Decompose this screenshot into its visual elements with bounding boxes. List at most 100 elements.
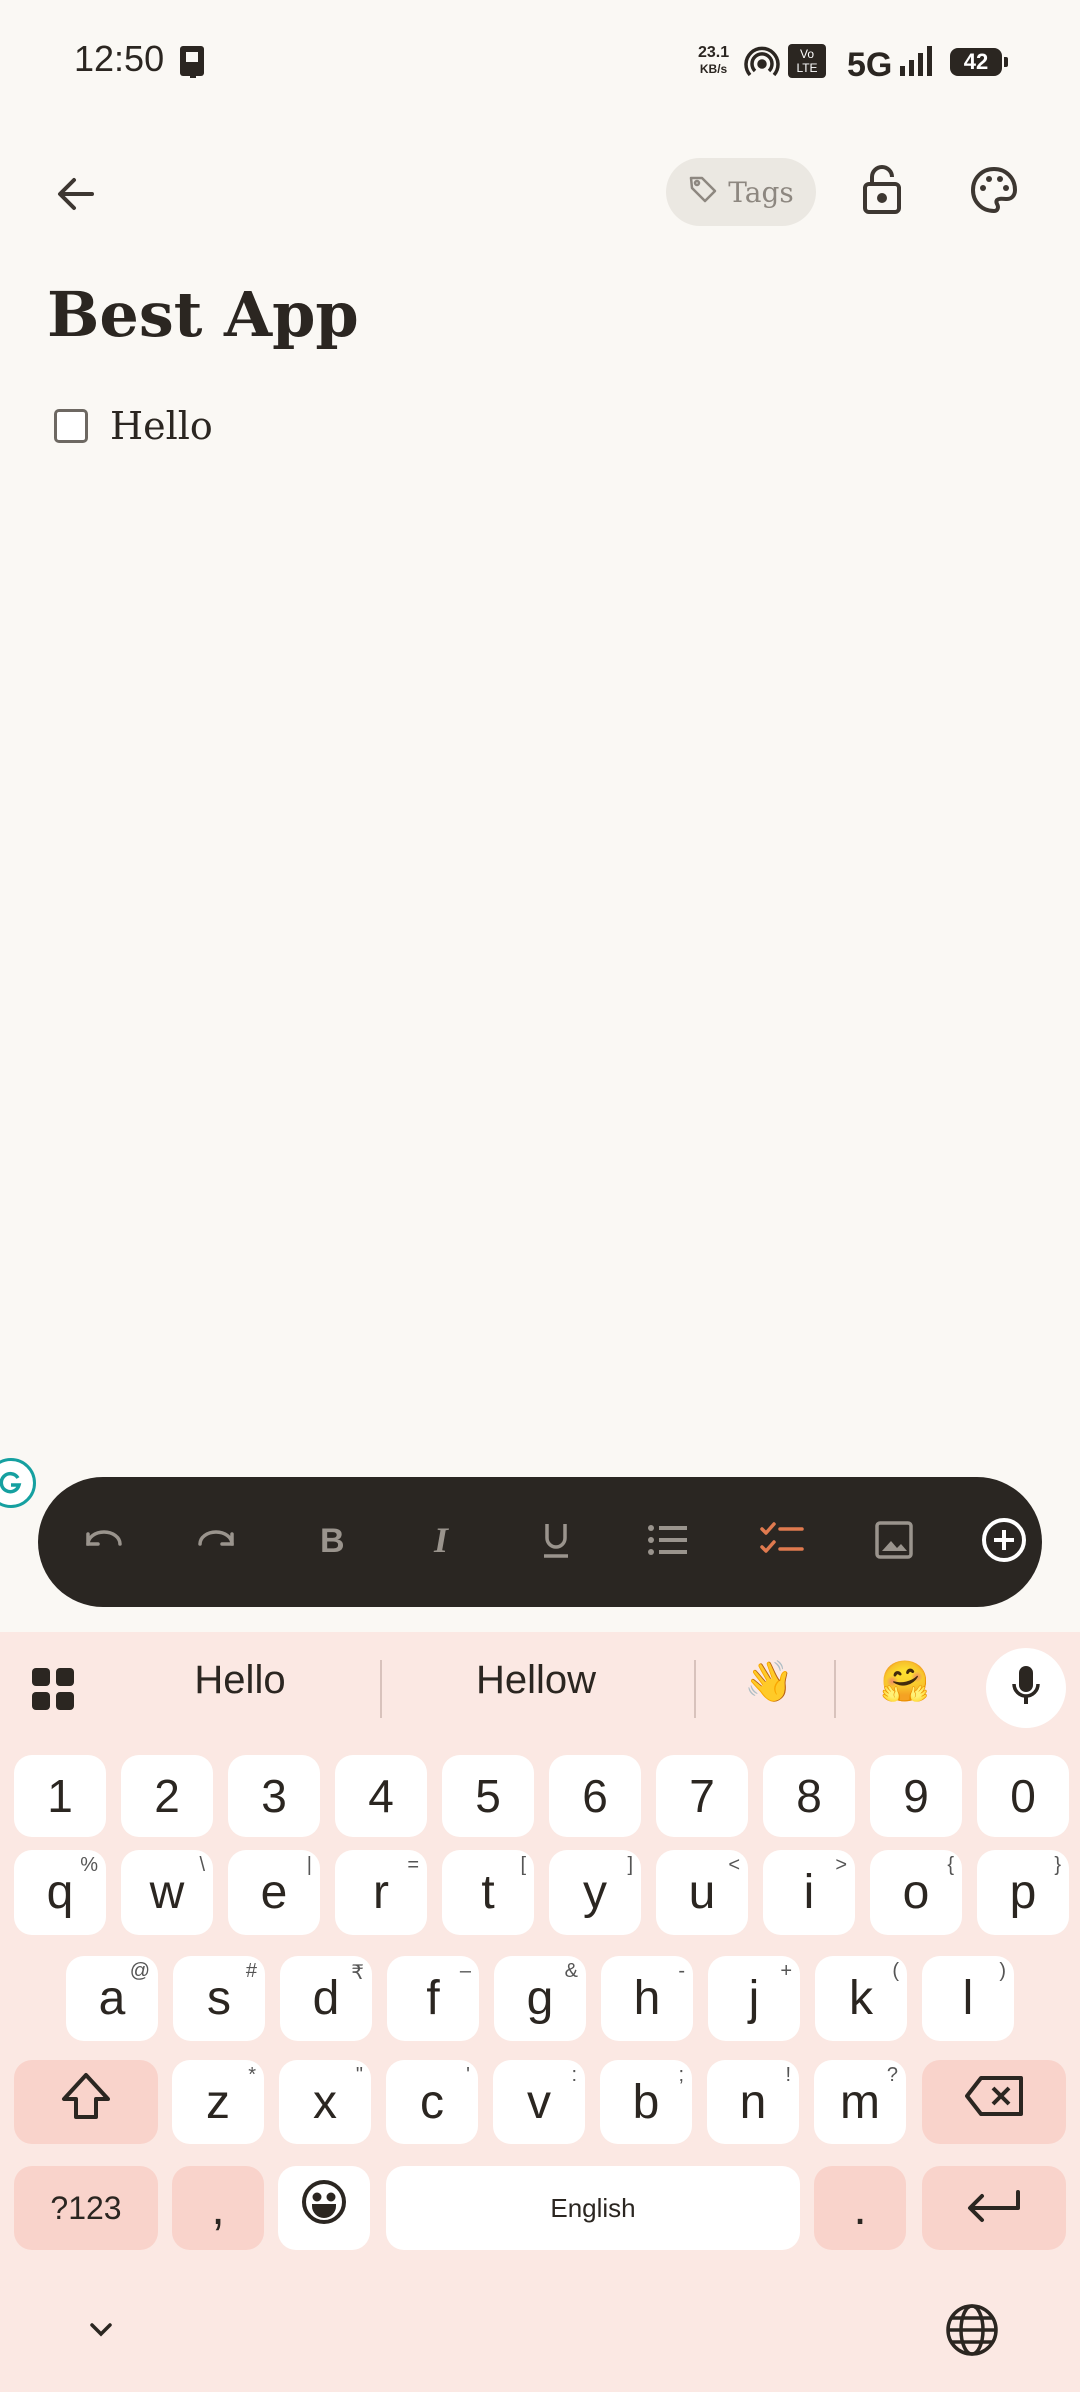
key-o[interactable]: o{ xyxy=(870,1850,962,1935)
key-y[interactable]: y] xyxy=(549,1850,641,1935)
key-label: y xyxy=(583,1866,607,1919)
suggestion-2[interactable]: Hellow xyxy=(436,1658,636,1703)
network-speed-value: 23.1 xyxy=(698,44,730,61)
key-4[interactable]: 4 xyxy=(335,1755,427,1837)
image-icon xyxy=(874,1520,914,1565)
enter-icon xyxy=(966,2181,1022,2236)
checklist-item[interactable]: Hello xyxy=(54,404,213,448)
key-x[interactable]: x " xyxy=(279,2060,371,2144)
bulleted-list-button[interactable] xyxy=(628,1502,708,1582)
shift-key[interactable] xyxy=(14,2060,158,2144)
key-t[interactable]: t[ xyxy=(442,1850,534,1935)
suggestion-emoji-2[interactable]: 🤗 xyxy=(860,1658,950,1705)
key-7[interactable]: 7 xyxy=(656,1755,748,1837)
emoji-key[interactable] xyxy=(278,2166,370,2250)
key-hint: } xyxy=(1054,1854,1061,1876)
key-n[interactable]: n! xyxy=(707,2060,799,2144)
key-hint: { xyxy=(947,1854,954,1876)
key-z[interactable]: z * xyxy=(172,2060,264,2144)
key-p[interactable]: p} xyxy=(977,1850,1069,1935)
key-9[interactable]: 9 xyxy=(870,1755,962,1837)
key-5[interactable]: 5 xyxy=(442,1755,534,1837)
shift-icon xyxy=(59,2071,113,2133)
status-bar: 12:50 23.1 KB/s Vo LTE 5G 42 xyxy=(0,0,1080,120)
key-s[interactable]: s # xyxy=(173,1956,265,2041)
undo-icon xyxy=(82,1518,126,1567)
voice-input-button[interactable] xyxy=(986,1648,1066,1728)
suggestion-1[interactable]: Hello xyxy=(140,1658,340,1703)
key-j[interactable]: j + xyxy=(708,1956,800,2041)
grammarly-icon[interactable] xyxy=(0,1458,36,1508)
key-label: m xyxy=(840,2075,880,2129)
suggestion-emoji-1[interactable]: 👋 xyxy=(724,1658,814,1705)
bold-button[interactable]: B xyxy=(290,1502,370,1582)
key-d[interactable]: d ₹ xyxy=(280,1956,372,2041)
key-1[interactable]: 1 xyxy=(14,1755,106,1837)
underline-button[interactable] xyxy=(516,1502,596,1582)
lock-open-icon xyxy=(860,164,904,221)
key-0[interactable]: 0 xyxy=(977,1755,1069,1837)
checklist-checkbox[interactable] xyxy=(54,409,88,443)
backspace-key[interactable] xyxy=(922,2060,1066,2144)
key-3[interactable]: 3 xyxy=(228,1755,320,1837)
checklist-item-text[interactable]: Hello xyxy=(110,404,213,448)
key-hint: # xyxy=(245,1960,257,1982)
key-e[interactable]: e | xyxy=(228,1850,320,1935)
key-2[interactable]: 2 xyxy=(121,1755,213,1837)
key-label: 8 xyxy=(796,1770,822,1822)
key-label: 7 xyxy=(689,1770,715,1822)
italic-icon: I xyxy=(422,1520,462,1565)
underline-icon xyxy=(536,1518,576,1567)
undo-button[interactable] xyxy=(64,1502,144,1582)
key-label: f xyxy=(426,1972,440,2025)
language-switch-button[interactable] xyxy=(940,2300,1004,2364)
tags-button[interactable]: Tags xyxy=(666,158,816,226)
note-title[interactable]: Best App xyxy=(47,278,359,351)
key-hint: @ xyxy=(129,1960,150,1982)
key-hint: : xyxy=(571,2064,577,2086)
key-m[interactable]: m? xyxy=(814,2060,906,2144)
key-f[interactable]: f – xyxy=(387,1956,479,2041)
back-button[interactable] xyxy=(40,160,112,232)
lock-button[interactable] xyxy=(846,156,918,228)
key-label: p xyxy=(1009,1866,1037,1919)
key-b[interactable]: b; xyxy=(600,2060,692,2144)
key-v[interactable]: v: xyxy=(493,2060,585,2144)
suggestion-strip: Hello Hellow 👋 🤗 xyxy=(0,1632,1080,1742)
key-6[interactable]: 6 xyxy=(549,1755,641,1837)
key-c[interactable]: c ' xyxy=(386,2060,478,2144)
keyboard-hide-button[interactable] xyxy=(78,2308,124,2354)
apps-grid-icon[interactable] xyxy=(30,1666,76,1717)
key-hint: ₹ xyxy=(351,1962,364,1984)
key-g[interactable]: g & xyxy=(494,1956,586,2041)
palette-button[interactable] xyxy=(958,156,1030,228)
add-button[interactable] xyxy=(964,1502,1044,1582)
period-key[interactable]: . xyxy=(814,2166,906,2250)
enter-key[interactable] xyxy=(922,2166,1066,2250)
key-l[interactable]: l) xyxy=(922,1956,1014,2041)
key-k[interactable]: k( xyxy=(815,1956,907,2041)
key-h[interactable]: h- xyxy=(601,1956,693,2041)
key-hint: ' xyxy=(466,2064,470,2086)
redo-button[interactable] xyxy=(176,1502,256,1582)
key-label: 0 xyxy=(1010,1770,1036,1822)
comma-key[interactable]: , xyxy=(172,2166,264,2250)
symbols-key[interactable]: ?123 xyxy=(14,2166,158,2250)
key-label: v xyxy=(527,2075,551,2129)
checklist-button[interactable] xyxy=(742,1502,822,1582)
italic-button[interactable]: I xyxy=(402,1502,482,1582)
battery-indicator: 42 xyxy=(950,48,1008,76)
space-key[interactable]: English xyxy=(386,2166,800,2250)
key-w[interactable]: w \ xyxy=(121,1850,213,1935)
key-u[interactable]: u < xyxy=(656,1850,748,1935)
key-hint: + xyxy=(780,1960,792,1982)
key-a[interactable]: a @ xyxy=(66,1956,158,2041)
image-button[interactable] xyxy=(854,1502,934,1582)
key-i[interactable]: i > xyxy=(763,1850,855,1935)
key-label: 4 xyxy=(368,1770,394,1822)
key-8[interactable]: 8 xyxy=(763,1755,855,1837)
key-r[interactable]: r = xyxy=(335,1850,427,1935)
key-q[interactable]: q% xyxy=(14,1850,106,1935)
key-label: u xyxy=(688,1866,716,1919)
key-hint: " xyxy=(355,2064,363,2086)
